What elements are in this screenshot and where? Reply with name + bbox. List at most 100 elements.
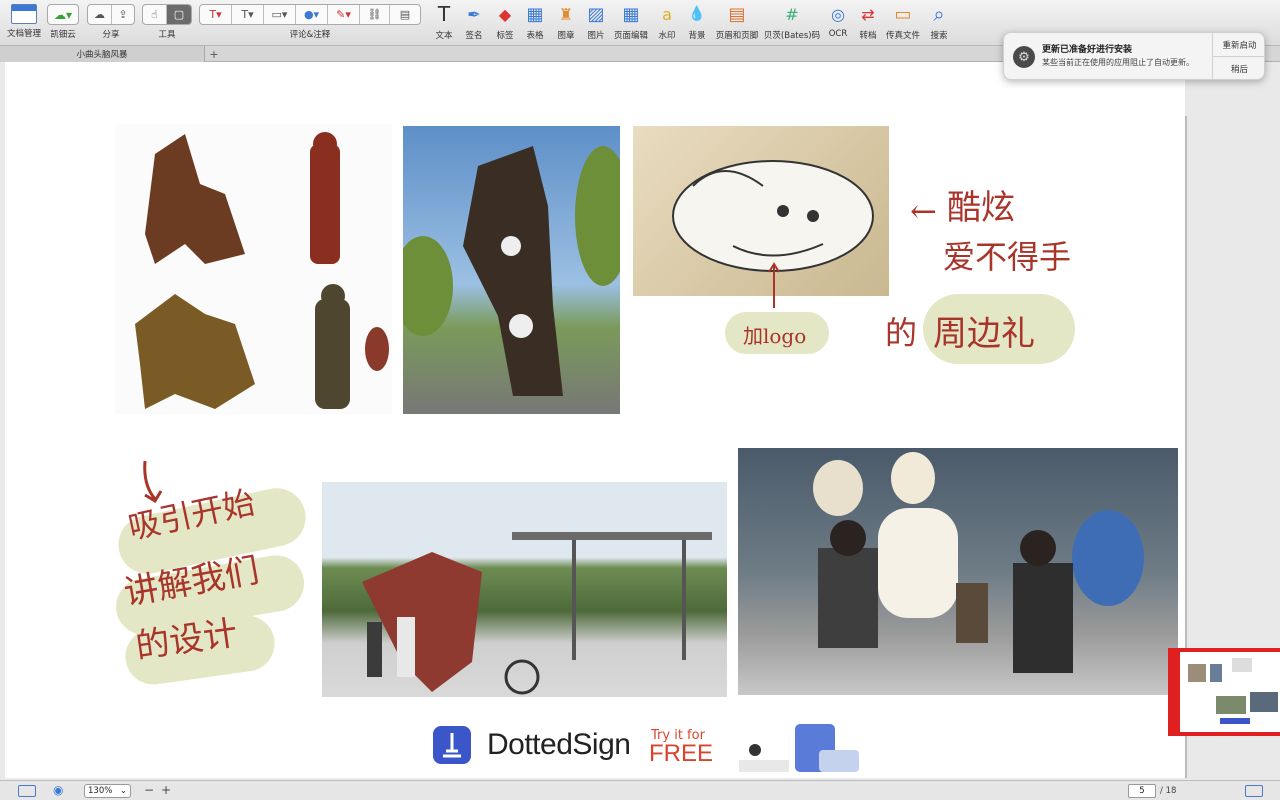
search-icon: ⌕ <box>933 2 945 26</box>
status-bar: ◉ 130% ⌄ − + 5 / 18 <box>0 780 1280 800</box>
note-comment-icon[interactable]: ▤ <box>390 5 420 24</box>
tool-label: 图章 <box>557 31 575 41</box>
freehand-pen-icon[interactable]: ✎▾ <box>328 5 360 24</box>
hand-tool-icon[interactable]: ☝ <box>143 5 167 24</box>
text-icon: T <box>437 2 451 26</box>
kdan-cloud-label: 凯钿云 <box>50 30 76 40</box>
table-icon: ▦ <box>526 3 544 25</box>
tools-group: ☝ ▢ 工具 <box>142 4 192 40</box>
annotation-arrow-left: ← <box>910 192 937 230</box>
doc-management-button[interactable]: 文档管理 <box>5 4 43 39</box>
strikethrough-icon[interactable]: T▾ <box>232 5 264 24</box>
dottedsign-ad[interactable]: DottedSign Try it for FREE <box>425 716 861 774</box>
share-group: ☁ ⇪ 分享 <box>86 4 136 40</box>
zoom-value: 130% <box>88 786 113 796</box>
tool-label: 表格 <box>526 31 544 41</box>
tool-page-grid-button[interactable]: ▦ 页面编辑 <box>613 3 649 42</box>
annotation-add-logo: 加logo <box>743 324 807 348</box>
add-tab-button[interactable]: + <box>207 46 221 62</box>
tool-label: 页眉和页脚 <box>715 31 759 41</box>
ad-illustration <box>739 724 859 772</box>
pdf-page: ← 酷炫 爱不得手 的 周边礼 加logo 吸引开始 讲解我们 的设计 Dott… <box>5 62 1185 778</box>
tool-label: 搜索 <box>930 31 948 41</box>
dottedsign-logo-icon <box>433 726 471 764</box>
comment-group: T▾ T▾ ▭▾ ●▾ ✎▾ ⛓ ▤ 评论&注释 <box>198 4 422 40</box>
bates-hash-icon: # <box>785 4 799 24</box>
update-notification: ⚙ 更新已准备好进行安装 某些当前正在使用的应用阻止了自动更新。 重新启动 稍后 <box>1003 32 1265 80</box>
tool-label: OCR <box>828 29 848 39</box>
tool-label: 图片 <box>587 31 605 41</box>
statue-photo <box>403 126 620 414</box>
zoom-in-button[interactable]: + <box>161 783 171 797</box>
page-thumbnail <box>1180 652 1280 732</box>
annotation-love: 爱不得手 <box>943 238 1072 276</box>
watermark-icon: a <box>662 4 672 24</box>
arrow-up-icon <box>768 262 780 308</box>
tool-label: 水印 <box>658 31 676 41</box>
select-tool-icon[interactable]: ▢ <box>167 5 191 24</box>
annotation-cool: 酷炫 <box>947 188 1015 228</box>
notification-body: 某些当前正在使用的应用阻止了自动更新。 <box>1042 58 1194 67</box>
share-label: 分享 <box>102 30 120 40</box>
rectangle-icon[interactable]: ▭▾ <box>264 5 296 24</box>
merch-photo <box>633 126 889 296</box>
image-icon: ▨ <box>587 3 605 25</box>
restart-button[interactable]: 重新启动 <box>1213 33 1264 57</box>
family-photo <box>738 448 1178 695</box>
tool-fax-button[interactable]: ▭ 传真文件 <box>885 3 921 42</box>
free-label: FREE <box>649 740 714 767</box>
pdf-reader-window: 文档管理 ☁▾ 凯钿云 ☁ ⇪ 分享 ☝ ▢ 工具 T▾ T▾ ▭▾ ●▾ ✎▾… <box>0 0 1280 800</box>
circle-shape-icon[interactable]: ●▾ <box>296 5 328 24</box>
tool-background-drop-button[interactable]: 💧 背景 <box>679 3 715 41</box>
tool-label: 贝茨(Bates)码 <box>763 31 821 41</box>
sculpture-photo <box>322 482 727 697</box>
sidebar-toggle-icon[interactable] <box>18 785 36 797</box>
fax-icon: ▭ <box>894 3 912 25</box>
notification-actions: 重新启动 稍后 <box>1212 33 1264 79</box>
zoom-select[interactable]: 130% ⌄ <box>84 784 131 798</box>
comment-label: 评论&注释 <box>289 30 331 40</box>
puppets-photo <box>115 124 392 414</box>
background-drop-icon: 💧 <box>688 6 706 22</box>
tools-label: 工具 <box>158 30 176 40</box>
page-grid-icon: ▦ <box>622 3 640 25</box>
tool-bates-hash-button[interactable]: # 贝茨(Bates)码 <box>764 3 820 42</box>
tool-search-button[interactable]: ⌕ 搜索 <box>921 2 957 41</box>
convert-icon: ⇄ <box>861 4 875 24</box>
chevron-down-icon: ⌄ <box>119 786 127 796</box>
document-canvas[interactable]: ← 酷炫 爱不得手 的 周边礼 加logo 吸引开始 讲解我们 的设计 Dott… <box>0 62 1280 780</box>
ocr-icon: ◎ <box>831 4 845 24</box>
dottedsign-brand: DottedSign <box>487 728 631 761</box>
page-thumbnail-frame[interactable] <box>1168 648 1280 736</box>
tool-label: 签名 <box>465 31 483 41</box>
tool-image-button[interactable]: ▨ 图片 <box>578 3 614 42</box>
cloud-icon[interactable]: ☁ <box>88 5 112 24</box>
tab-document[interactable]: 小曲头脑风暴 <box>0 46 205 62</box>
eye-view-icon[interactable]: ◉ <box>53 783 63 797</box>
text-highlight-icon[interactable]: T▾ <box>200 5 232 24</box>
annotation-merch-b: 周边礼 <box>933 314 1035 354</box>
annotation-merch-a: 的 <box>885 314 918 352</box>
tool-convert-button[interactable]: ⇄ 转档 <box>850 3 886 42</box>
header-footer-icon: ▤ <box>728 3 746 25</box>
pen-nib-icon: ✒ <box>467 4 481 24</box>
notification-title: 更新已准备好进行安装 <box>1042 45 1133 55</box>
page-total: / 18 <box>1160 786 1177 796</box>
sidebar-panel-icon <box>11 4 37 24</box>
later-button[interactable]: 稍后 <box>1213 57 1264 79</box>
zoom-out-button[interactable]: − <box>144 783 154 797</box>
kdan-cloud-button[interactable]: ☁▾ 凯钿云 <box>46 4 80 40</box>
tool-header-footer-button[interactable]: ▤ 页眉和页脚 <box>716 3 759 42</box>
cloud-sync-icon: ☁▾ <box>53 7 73 22</box>
tool-label: 页面编辑 <box>613 31 648 41</box>
tool-label: 文本 <box>435 31 453 41</box>
gear-icon: ⚙ <box>1013 46 1035 68</box>
tool-label: 背景 <box>688 31 706 41</box>
link-icon[interactable]: ⛓ <box>360 5 390 24</box>
tag-icon: ◆ <box>498 4 512 24</box>
display-mode-icon[interactable] <box>1245 785 1263 797</box>
page-number-input[interactable]: 5 <box>1128 784 1156 798</box>
doc-management-label: 文档管理 <box>6 29 41 39</box>
stamp-icon: ♜ <box>558 4 574 24</box>
share-icon[interactable]: ⇪ <box>112 5 134 24</box>
